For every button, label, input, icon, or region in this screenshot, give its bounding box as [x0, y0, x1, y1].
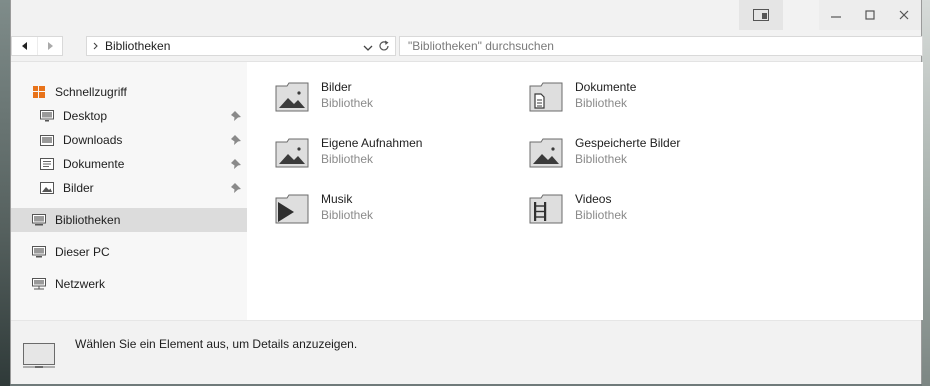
pin-icon[interactable]	[231, 110, 241, 124]
forward-button[interactable]	[37, 37, 62, 55]
file-explorer-window: Bibliotheken "Bibliotheken" durchsuchen	[10, 0, 923, 384]
address-history-chevron-down-icon[interactable]	[363, 41, 373, 55]
library-name: Bilder	[321, 80, 352, 94]
maximize-icon	[865, 10, 875, 20]
desktop-background-left	[0, 0, 10, 386]
sidebar-item-this-pc[interactable]: Dieser PC	[11, 240, 247, 264]
sidebar-item-network[interactable]: Netzwerk	[11, 272, 247, 296]
address-toolbar: Bibliotheken "Bibliotheken" durchsuchen	[11, 30, 923, 62]
breadcrumb-libraries[interactable]: Bibliotheken	[105, 39, 170, 53]
pictures-library-icon	[275, 82, 309, 116]
breadcrumb-chevron-icon[interactable]	[89, 42, 103, 50]
minimize-icon	[831, 16, 841, 18]
documents-library-icon	[529, 82, 563, 116]
videos-library-icon	[529, 194, 563, 228]
minimize-button[interactable]	[819, 0, 853, 30]
details-pane: Wählen Sie ein Element aus, um Details a…	[11, 320, 921, 384]
library-item-saved-pictures[interactable]: Gespeicherte Bilder Bibliothek	[529, 136, 759, 176]
library-type: Bibliothek	[575, 208, 628, 222]
library-name: Eigene Aufnahmen	[321, 136, 423, 150]
navigation-pane: Schnellzugriff Desktop Downloads Dokumen…	[11, 62, 247, 320]
libraries-icon	[31, 213, 47, 227]
library-name: Videos	[575, 192, 612, 206]
maximize-button[interactable]	[853, 0, 887, 30]
library-type: Bibliothek	[575, 96, 628, 110]
library-type: Bibliothek	[321, 208, 374, 222]
pin-icon[interactable]	[231, 182, 241, 196]
sidebar-item-label: Downloads	[63, 133, 123, 147]
library-type: Bibliothek	[575, 152, 628, 166]
refresh-icon[interactable]	[377, 39, 391, 56]
camera-roll-library-icon	[275, 138, 309, 172]
search-input[interactable]: "Bibliotheken" durchsuchen	[399, 36, 923, 56]
library-name: Musik	[321, 192, 353, 206]
library-name: Dokumente	[575, 80, 637, 94]
snap-layout-icon	[753, 9, 769, 21]
details-message: Wählen Sie ein Element aus, um Details a…	[75, 337, 358, 351]
sidebar-item-libraries[interactable]: Bibliotheken	[11, 208, 247, 232]
close-button[interactable]	[887, 0, 921, 30]
address-bar[interactable]: Bibliotheken	[86, 36, 396, 56]
library-item-camera-roll[interactable]: Eigene Aufnahmen Bibliothek	[275, 136, 505, 176]
network-icon	[31, 277, 47, 291]
sidebar-item-desktop[interactable]: Desktop	[11, 104, 247, 128]
sidebar-item-label: Bilder	[63, 181, 94, 195]
sidebar-item-label: Desktop	[63, 109, 108, 123]
navigation-buttons	[11, 36, 63, 56]
search-placeholder: "Bibliotheken" durchsuchen	[408, 39, 554, 53]
pictures-icon	[39, 181, 55, 195]
sidebar-item-label: Schnellzugriff	[55, 85, 127, 99]
sidebar-item-label: Netzwerk	[55, 277, 106, 291]
sidebar-item-label: Dokumente	[63, 157, 125, 171]
details-preview-icon	[23, 343, 55, 372]
pin-icon[interactable]	[231, 158, 241, 172]
back-button[interactable]	[12, 37, 37, 55]
music-library-icon	[275, 194, 309, 228]
title-bar[interactable]	[11, 0, 921, 30]
documents-icon	[39, 157, 55, 171]
desktop-background-right	[922, 0, 930, 386]
back-arrow-icon	[21, 42, 27, 50]
sidebar-item-quick-access[interactable]: Schnellzugriff	[11, 80, 247, 104]
library-item-music[interactable]: Musik Bibliothek	[275, 192, 505, 232]
library-item-videos[interactable]: Videos Bibliothek	[529, 192, 759, 232]
pin-icon[interactable]	[231, 134, 241, 148]
quick-access-icon	[31, 85, 47, 99]
library-item-documents[interactable]: Dokumente Bibliothek	[529, 80, 759, 120]
downloads-icon	[39, 133, 55, 147]
library-type: Bibliothek	[321, 152, 374, 166]
sidebar-item-label: Bibliotheken	[55, 213, 121, 227]
computer-icon	[31, 245, 47, 259]
snap-layout-button[interactable]	[739, 0, 783, 30]
sidebar-item-downloads[interactable]: Downloads	[11, 128, 247, 152]
library-type: Bibliothek	[321, 96, 374, 110]
sidebar-item-label: Dieser PC	[55, 245, 110, 259]
sidebar-item-pictures[interactable]: Bilder	[11, 176, 247, 200]
close-icon	[899, 10, 909, 20]
window-controls	[739, 0, 921, 30]
forward-arrow-icon	[48, 42, 53, 50]
desktop-icon	[39, 109, 55, 123]
library-item-pictures[interactable]: Bilder Bibliothek	[275, 80, 505, 120]
sidebar-item-documents[interactable]: Dokumente	[11, 152, 247, 176]
library-name: Gespeicherte Bilder	[575, 136, 681, 150]
saved-pictures-library-icon	[529, 138, 563, 172]
libraries-content-view: Bilder Bibliothek Dokumente Bibliothek E…	[247, 62, 923, 320]
